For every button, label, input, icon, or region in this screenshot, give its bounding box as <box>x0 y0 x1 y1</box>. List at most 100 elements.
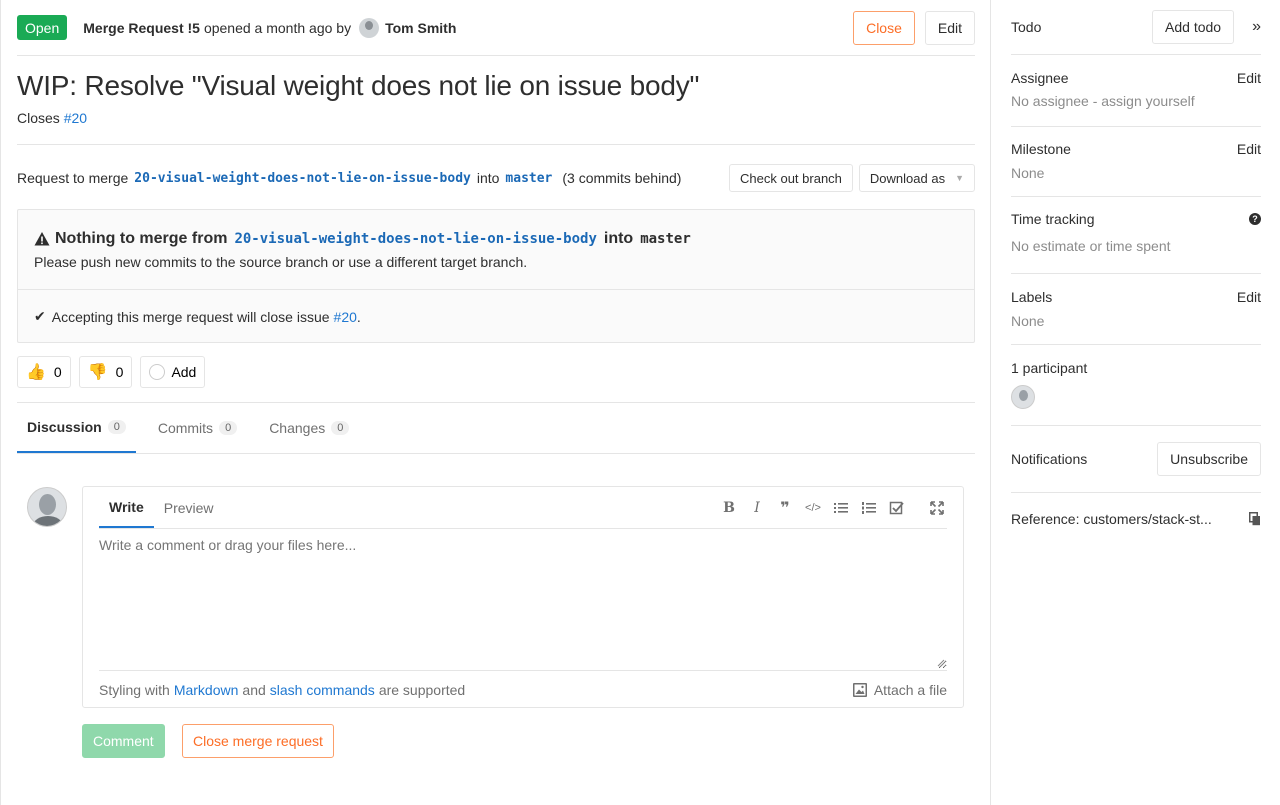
check-out-branch-button[interactable]: Check out branch <box>729 164 853 192</box>
attach-file-button[interactable]: Attach a file <box>852 681 947 698</box>
sidebar-participants: 1 participant <box>1011 345 1261 426</box>
thumbs-down-icon: 👎 <box>87 364 108 381</box>
tab-changes[interactable]: Changes 0 <box>259 403 359 453</box>
time-tracking-label: Time tracking <box>1011 211 1095 227</box>
current-user-avatar[interactable] <box>27 487 67 527</box>
milestone-edit-link[interactable]: Edit <box>1237 141 1261 157</box>
comment-tabs: Write Preview B I ❞ </> <box>99 487 947 529</box>
smiley-icon <box>149 364 166 380</box>
sidebar-assignee: Assignee Edit No assignee - assign yours… <box>1011 55 1261 127</box>
milestone-value: None <box>1011 165 1045 181</box>
bold-icon[interactable]: B <box>721 500 737 516</box>
labels-row: Labels Edit <box>1011 289 1261 305</box>
source-branch-link[interactable]: 20-visual-weight-does-not-lie-on-issue-b… <box>134 171 471 186</box>
sidebar-todo: Todo Add todo » <box>1011 0 1261 55</box>
sidebar-notifications: Notifications Unsubscribe <box>1011 426 1261 493</box>
edit-button[interactable]: Edit <box>924 10 975 45</box>
sidebar-reference: Reference: customers/stack-st... <box>1011 493 1261 545</box>
comment-button[interactable]: Comment <box>82 724 165 758</box>
thumbs-down-award[interactable]: 👎 0 <box>78 356 133 388</box>
widget-title-prefix: Nothing to merge from <box>55 230 228 247</box>
footer-prefix: Styling with <box>99 681 170 698</box>
close-button[interactable]: Close <box>853 10 915 45</box>
accept-suffix: . <box>356 308 361 325</box>
target-branch-link[interactable]: master <box>505 171 552 186</box>
time-tracking-row: Time tracking ? <box>1011 211 1261 227</box>
comment-textarea[interactable] <box>99 537 947 669</box>
markdown-link[interactable]: Markdown <box>174 682 239 698</box>
widget-status: Nothing to merge from 20-visual-weight-d… <box>18 210 974 290</box>
author-name[interactable]: Tom Smith <box>385 20 456 36</box>
fullscreen-icon[interactable] <box>929 500 945 516</box>
numbered-list-icon[interactable] <box>861 500 877 516</box>
time-tracking-value: No estimate or time spent <box>1011 238 1171 254</box>
unsubscribe-button[interactable]: Unsubscribe <box>1157 442 1261 476</box>
add-award-button[interactable]: Add <box>140 356 206 388</box>
participants-label: 1 participant <box>1011 360 1088 376</box>
todo-label: Todo <box>1011 19 1042 35</box>
divider <box>17 144 975 145</box>
caret-down-icon: ▼ <box>955 173 964 183</box>
labels-value: None <box>1011 313 1045 329</box>
widget-target-branch: master <box>640 231 691 247</box>
resize-handle-icon[interactable] <box>937 659 945 667</box>
award-emoji-bar: 👍 0 👎 0 Add <box>17 356 206 388</box>
image-icon <box>852 682 867 697</box>
add-award-label: Add <box>171 364 197 380</box>
accept-text: Accepting this merge request will close … <box>51 308 330 325</box>
assignee-edit-link[interactable]: Edit <box>1237 70 1261 86</box>
tab-write[interactable]: Write <box>99 487 154 528</box>
tab-label: Changes <box>269 420 326 436</box>
mr-header: Open Merge Request !5 opened a month ago… <box>17 0 975 56</box>
header-actions: Close Edit <box>853 10 975 45</box>
tab-commits[interactable]: Commits 0 <box>148 403 247 453</box>
opened-text: opened a month ago by <box>203 19 352 36</box>
tab-label: Discussion <box>27 419 102 435</box>
author-avatar[interactable] <box>359 17 380 38</box>
closes-issue-link[interactable]: #20 <box>64 110 87 126</box>
mr-reference: Merge Request !5 <box>83 19 200 36</box>
italic-icon[interactable]: I <box>749 500 765 516</box>
tab-label: Commits <box>157 420 214 436</box>
tab-discussion[interactable]: Discussion 0 <box>17 403 136 453</box>
collapse-sidebar-icon[interactable]: » <box>1252 18 1261 36</box>
help-icon[interactable]: ? <box>1249 213 1261 225</box>
merge-info: Request to merge 20-visual-weight-does-n… <box>17 164 975 192</box>
widget-source-branch[interactable]: 20-visual-weight-does-not-lie-on-issue-b… <box>234 231 596 247</box>
download-as-dropdown[interactable]: Download as ▼ <box>858 164 975 192</box>
close-merge-request-button[interactable]: Close merge request <box>182 724 334 758</box>
notifications-label: Notifications <box>1011 451 1088 467</box>
commits-behind: (3 commits behind) <box>562 170 682 186</box>
assignee-value[interactable]: No assignee - assign yourself <box>1011 93 1261 109</box>
copy-icon[interactable] <box>1249 512 1261 526</box>
tab-count: 0 <box>331 421 350 435</box>
widget-subtitle: Please push new commits to the source br… <box>34 254 528 270</box>
labels-edit-link[interactable]: Edit <box>1237 289 1261 305</box>
milestone-label: Milestone <box>1011 141 1071 157</box>
sidebar-time-tracking: Time tracking ? No estimate or time spen… <box>1011 197 1261 274</box>
thumbs-down-count: 0 <box>115 364 124 380</box>
code-icon[interactable]: </> <box>805 500 821 516</box>
attach-label: Attach a file <box>873 681 947 698</box>
page-title: WIP: Resolve "Visual weight does not lie… <box>17 70 700 101</box>
merge-prefix: Request to merge <box>17 170 129 186</box>
thumbs-up-count: 0 <box>53 364 62 380</box>
tab-preview[interactable]: Preview <box>154 487 224 528</box>
mr-tabs: Discussion 0 Commits 0 Changes 0 <box>17 403 975 454</box>
widget-close-info: ✔ Accepting this merge request will clos… <box>18 290 974 343</box>
footer-suffix: are supported <box>378 681 466 698</box>
accept-issue-link[interactable]: #20 <box>334 309 357 325</box>
check-icon: ✔ <box>34 308 46 324</box>
sidebar-milestone: Milestone Edit None <box>1011 127 1261 197</box>
todo-row: Todo Add todo » <box>1011 0 1261 54</box>
participant-avatar[interactable] <box>1011 385 1035 409</box>
right-sidebar: Todo Add todo » Assignee Edit No assigne… <box>990 0 1280 805</box>
thumbs-up-award[interactable]: 👍 0 <box>17 356 71 388</box>
bulleted-list-icon[interactable] <box>833 500 849 516</box>
add-todo-button[interactable]: Add todo <box>1152 10 1235 44</box>
quote-icon[interactable]: ❞ <box>777 500 793 517</box>
slash-commands-link[interactable]: slash commands <box>270 682 375 698</box>
participants-row: 1 participant <box>1011 360 1261 376</box>
task-list-icon[interactable] <box>889 500 905 516</box>
assignee-row: Assignee Edit <box>1011 70 1261 86</box>
